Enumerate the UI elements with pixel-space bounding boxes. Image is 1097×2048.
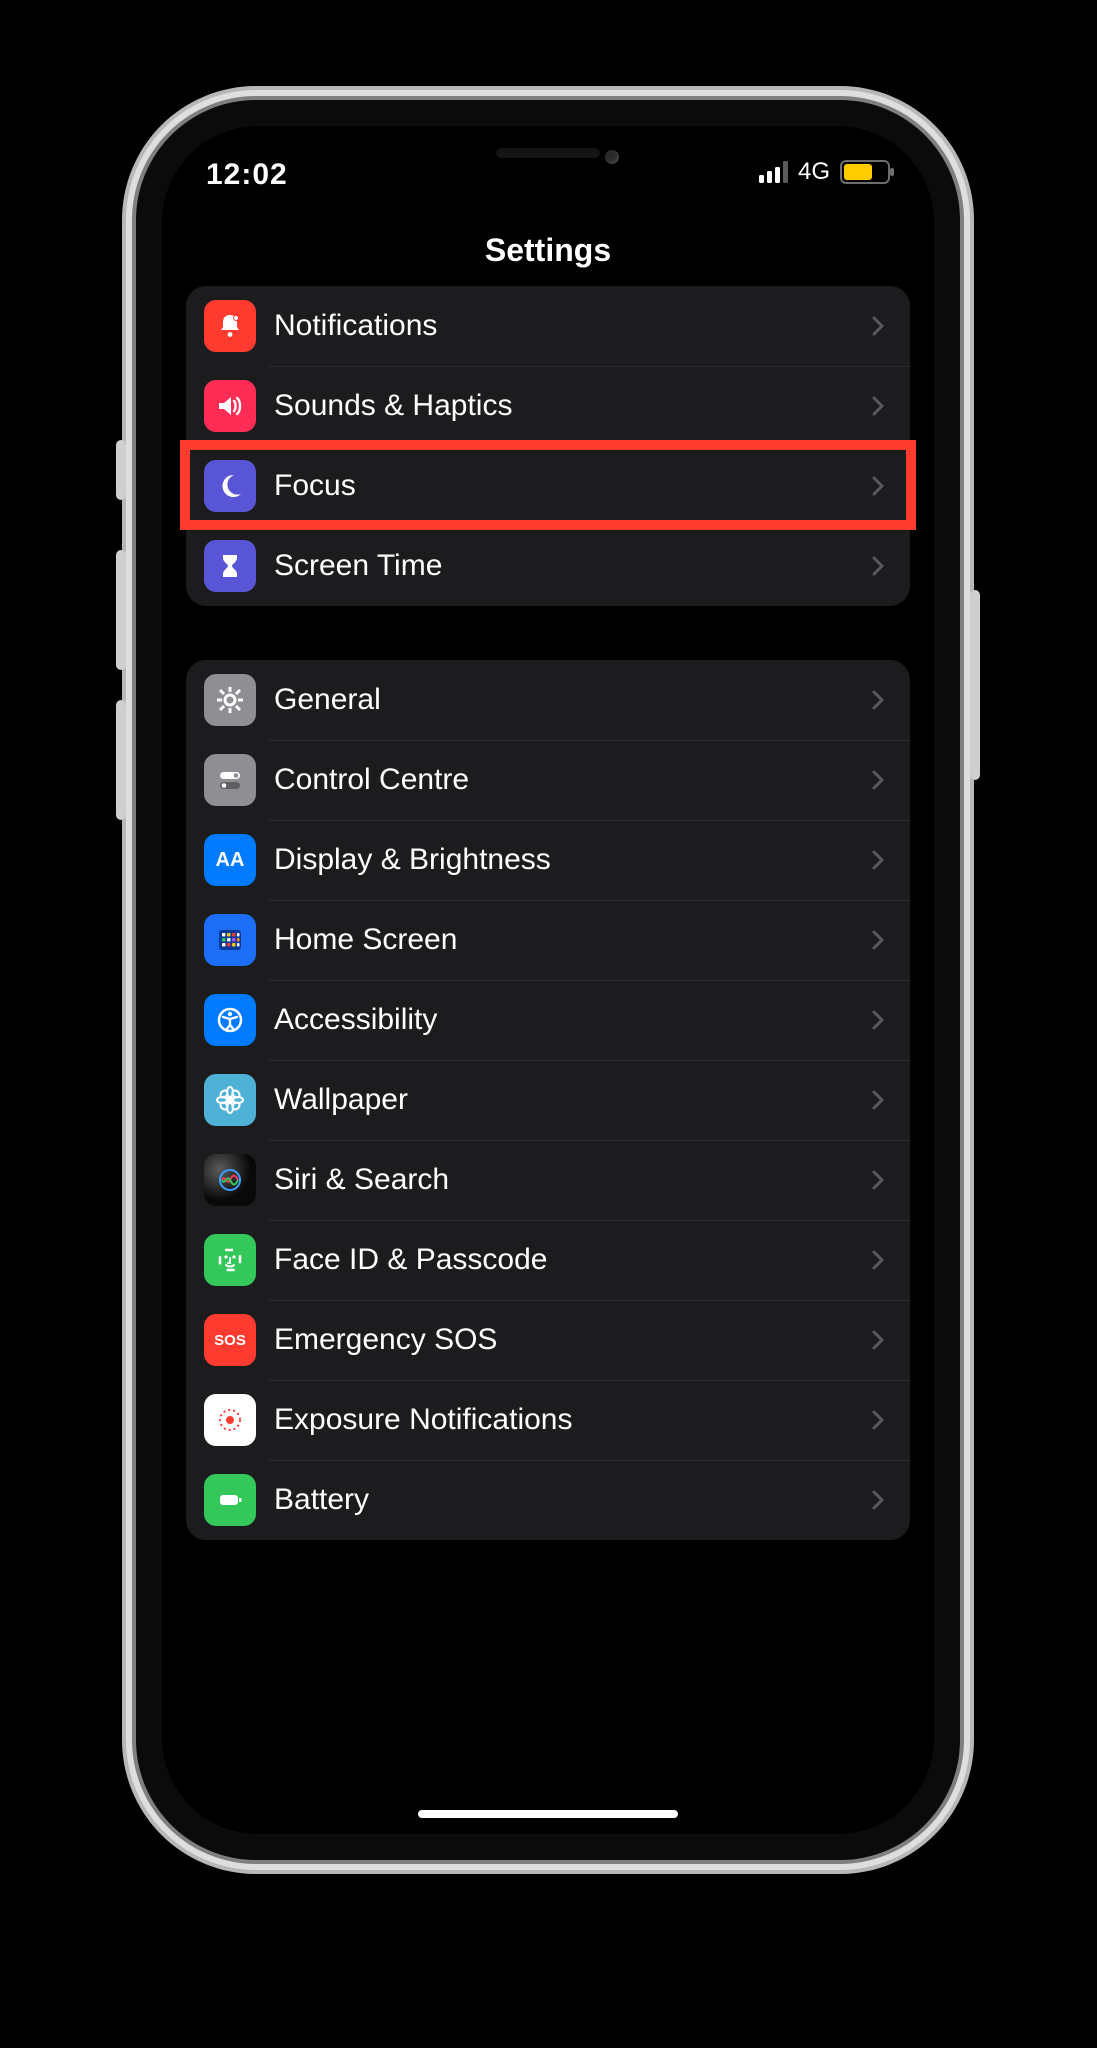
settings-row-display[interactable]: Display & Brightness (186, 820, 910, 900)
faceid-icon (204, 1234, 256, 1286)
accessibility-icon (204, 994, 256, 1046)
mute-switch[interactable] (116, 440, 126, 500)
settings-list[interactable]: Notifications Sounds & Haptics Focus Screen… (162, 286, 934, 1834)
screen: 12:02 4G Settings Notifications Sounds & … (162, 126, 934, 1834)
settings-group: Notifications Sounds & Haptics Focus Screen… (186, 286, 910, 606)
volume-up[interactable] (116, 550, 126, 670)
signal-icon (759, 161, 788, 183)
speaker-icon (204, 380, 256, 432)
moon-icon (204, 460, 256, 512)
row-label: Display & Brightness (256, 843, 870, 877)
chevron-right-icon (870, 556, 886, 576)
aa-icon (204, 834, 256, 886)
gear-icon (204, 674, 256, 726)
row-label: Control Centre (256, 763, 870, 797)
settings-row-faceid[interactable]: Face ID & Passcode (186, 1220, 910, 1300)
settings-row-general[interactable]: General (186, 660, 910, 740)
flower-icon (204, 1074, 256, 1126)
chevron-right-icon (870, 396, 886, 416)
settings-row-sounds[interactable]: Sounds & Haptics (186, 366, 910, 446)
row-label: Sounds & Haptics (256, 389, 870, 423)
row-label: Exposure Notifications (256, 1403, 870, 1437)
bell-icon (204, 300, 256, 352)
settings-group: General Control Centre Display & Brightnes… (186, 660, 910, 1540)
chevron-right-icon (870, 930, 886, 950)
settings-row-focus[interactable]: Focus (186, 446, 910, 526)
settings-row-controlcentre[interactable]: Control Centre (186, 740, 910, 820)
status-time: 12:02 (206, 158, 288, 192)
chevron-right-icon (870, 476, 886, 496)
row-label: Notifications (256, 309, 870, 343)
chevron-right-icon (870, 770, 886, 790)
chevron-right-icon (870, 850, 886, 870)
home-indicator[interactable] (418, 1810, 678, 1818)
row-label: Accessibility (256, 1003, 870, 1037)
phone-frame: 12:02 4G Settings Notifications Sounds & … (136, 100, 960, 1860)
settings-row-notifications[interactable]: Notifications (186, 286, 910, 366)
settings-row-screentime[interactable]: Screen Time (186, 526, 910, 606)
row-label: General (256, 683, 870, 717)
page-title: Settings (162, 226, 934, 293)
row-label: Home Screen (256, 923, 870, 957)
grid-icon (204, 914, 256, 966)
sos-icon (204, 1314, 256, 1366)
chevron-right-icon (870, 1010, 886, 1030)
network-label: 4G (798, 158, 830, 186)
row-label: Focus (256, 469, 870, 503)
settings-row-homescreen[interactable]: Home Screen (186, 900, 910, 980)
chevron-right-icon (870, 316, 886, 336)
settings-row-battery[interactable]: Battery (186, 1460, 910, 1540)
settings-row-accessibility[interactable]: Accessibility (186, 980, 910, 1060)
exposure-icon (204, 1394, 256, 1446)
volume-down[interactable] (116, 700, 126, 820)
chevron-right-icon (870, 1490, 886, 1510)
power-button[interactable] (970, 590, 980, 780)
chevron-right-icon (870, 1170, 886, 1190)
chevron-right-icon (870, 1410, 886, 1430)
siri-icon (204, 1154, 256, 1206)
row-label: Screen Time (256, 549, 870, 583)
row-label: Siri & Search (256, 1163, 870, 1197)
settings-row-exposure[interactable]: Exposure Notifications (186, 1380, 910, 1460)
row-label: Battery (256, 1483, 870, 1517)
notch (383, 126, 713, 184)
battery-icon (204, 1474, 256, 1526)
row-label: Face ID & Passcode (256, 1243, 870, 1277)
row-label: Emergency SOS (256, 1323, 870, 1357)
chevron-right-icon (870, 1090, 886, 1110)
settings-row-siri[interactable]: Siri & Search (186, 1140, 910, 1220)
chevron-right-icon (870, 1330, 886, 1350)
row-label: Wallpaper (256, 1083, 870, 1117)
settings-row-sos[interactable]: Emergency SOS (186, 1300, 910, 1380)
toggles-icon (204, 754, 256, 806)
chevron-right-icon (870, 1250, 886, 1270)
battery-icon (840, 160, 890, 184)
settings-row-wallpaper[interactable]: Wallpaper (186, 1060, 910, 1140)
chevron-right-icon (870, 690, 886, 710)
hourglass-icon (204, 540, 256, 592)
